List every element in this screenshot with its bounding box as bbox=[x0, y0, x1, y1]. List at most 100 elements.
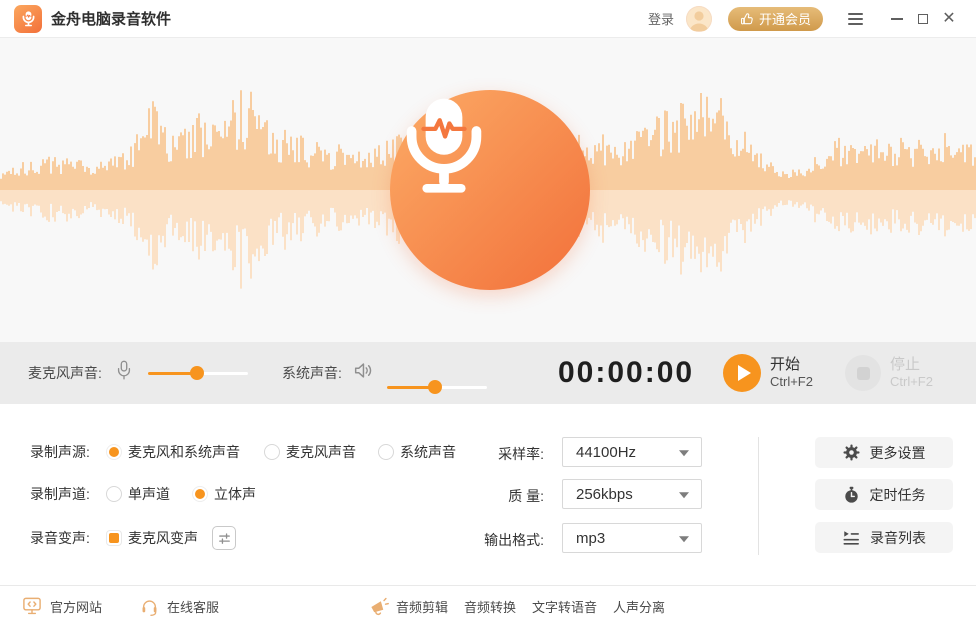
source-option-system[interactable]: 系统声音 bbox=[378, 442, 456, 462]
menu-button[interactable] bbox=[845, 10, 866, 28]
more-settings-button[interactable]: 更多设置 bbox=[815, 437, 953, 468]
support-headset-icon bbox=[140, 597, 159, 616]
sample-rate-label: 采样率: bbox=[456, 444, 544, 464]
vocal-separation-label: 人声分离 bbox=[613, 597, 665, 616]
channel-option-stereo[interactable]: 立体声 bbox=[192, 484, 256, 504]
recording-timer: 00:00:00 bbox=[558, 356, 694, 390]
channel-option-mono[interactable]: 单声道 bbox=[106, 484, 170, 504]
website-icon bbox=[22, 596, 42, 616]
stop-button[interactable] bbox=[845, 355, 881, 391]
radio-icon[interactable] bbox=[106, 444, 122, 460]
recording-list-button[interactable]: 录音列表 bbox=[815, 522, 953, 553]
vip-button-label: 开通会员 bbox=[759, 9, 811, 28]
sample-rate-value: 44100Hz bbox=[576, 444, 636, 461]
text-to-speech-link[interactable]: 文字转语音 bbox=[532, 597, 597, 616]
mic-volume-label: 麦克风声音: bbox=[28, 363, 102, 383]
recording-list-label: 录音列表 bbox=[870, 528, 926, 548]
source-row: 录制声源: 麦克风和系统声音 麦克风声音 系统声音 bbox=[30, 438, 456, 466]
radio-icon[interactable] bbox=[378, 444, 394, 460]
minimize-button[interactable] bbox=[884, 6, 910, 32]
close-icon: ✕ bbox=[942, 11, 955, 27]
mic-volume-icon bbox=[114, 359, 134, 388]
chevron-down-icon bbox=[679, 492, 689, 498]
stop-shortcut: Ctrl+F2 bbox=[890, 374, 933, 390]
online-support-link[interactable]: 在线客服 bbox=[140, 597, 219, 616]
source-option-mic[interactable]: 麦克风声音 bbox=[264, 442, 356, 462]
source-option-mic-and-system[interactable]: 麦克风和系统声音 bbox=[106, 442, 240, 462]
voice-change-settings-button[interactable] bbox=[212, 526, 236, 550]
channel-label: 录制声道: bbox=[30, 484, 106, 504]
channel-row: 录制声道: 单声道 立体声 bbox=[30, 480, 256, 508]
microphone-icon bbox=[390, 90, 498, 198]
audio-convert-link[interactable]: 音频转换 bbox=[464, 597, 516, 616]
audio-convert-label: 音频转换 bbox=[464, 597, 516, 616]
start-label: 开始 bbox=[770, 356, 813, 374]
vertical-divider bbox=[758, 437, 759, 555]
chevron-down-icon bbox=[679, 536, 689, 542]
titlebar: 金舟电脑录音软件 登录 开通会员 ✕ bbox=[0, 0, 976, 38]
voice-change-row: 录音变声: 麦克风变声 bbox=[30, 524, 236, 552]
vip-button[interactable]: 开通会员 bbox=[728, 7, 823, 31]
record-button[interactable] bbox=[390, 90, 590, 290]
app-logo-icon bbox=[14, 5, 42, 33]
more-settings-label: 更多设置 bbox=[870, 443, 926, 463]
settings-panel: 录制声源: 麦克风和系统声音 麦克风声音 系统声音 录制声道: 单声道 bbox=[0, 404, 976, 585]
quality-value: 256kbps bbox=[576, 486, 633, 503]
audio-edit-link[interactable]: 音频剪辑 bbox=[368, 596, 448, 616]
sample-rate-select[interactable]: 44100Hz bbox=[562, 437, 702, 467]
login-link[interactable]: 登录 bbox=[648, 9, 674, 28]
scheduled-task-button[interactable]: 定时任务 bbox=[815, 479, 953, 510]
voice-change-label: 录音变声: bbox=[30, 528, 106, 548]
radio-icon[interactable] bbox=[106, 486, 122, 502]
scheduled-task-label: 定时任务 bbox=[870, 485, 926, 505]
start-button[interactable] bbox=[723, 354, 761, 392]
mic-logo-glyph bbox=[20, 10, 37, 27]
maximize-button[interactable] bbox=[910, 6, 936, 32]
timer-icon bbox=[843, 486, 860, 504]
official-website-label: 官方网站 bbox=[50, 597, 102, 616]
checkbox-icon[interactable] bbox=[106, 530, 122, 546]
start-shortcut: Ctrl+F2 bbox=[770, 374, 813, 390]
system-volume-handle[interactable] bbox=[428, 380, 442, 394]
mic-volume-handle[interactable] bbox=[190, 366, 204, 380]
vocal-separation-link[interactable]: 人声分离 bbox=[613, 597, 665, 616]
app-window: 金舟电脑录音软件 登录 开通会员 ✕ bbox=[0, 0, 976, 626]
source-label: 录制声源: bbox=[30, 442, 106, 462]
control-bar: 麦克风声音: 系统声音: 00:00:00 开始 bbox=[0, 342, 976, 404]
maximize-icon bbox=[918, 14, 928, 24]
user-silhouette-icon bbox=[686, 6, 712, 32]
radio-icon[interactable] bbox=[192, 486, 208, 502]
list-icon bbox=[842, 529, 860, 546]
megaphone-icon bbox=[368, 596, 389, 616]
footer-right-links: 音频剪辑 音频转换 文字转语音 人声分离 bbox=[368, 596, 665, 616]
stop-icon bbox=[845, 355, 881, 391]
tune-icon bbox=[217, 531, 232, 546]
stop-button-labels[interactable]: 停止 Ctrl+F2 bbox=[890, 356, 933, 390]
radio-icon[interactable] bbox=[264, 444, 280, 460]
quality-label: 质 量: bbox=[456, 486, 544, 506]
online-support-label: 在线客服 bbox=[167, 597, 219, 616]
system-volume-label: 系统声音: bbox=[282, 363, 342, 383]
system-volume-icon bbox=[352, 360, 374, 387]
app-title: 金舟电脑录音软件 bbox=[51, 8, 171, 29]
text-to-speech-label: 文字转语音 bbox=[532, 597, 597, 616]
play-icon bbox=[723, 354, 761, 392]
start-button-labels[interactable]: 开始 Ctrl+F2 bbox=[770, 356, 813, 390]
avatar[interactable] bbox=[686, 6, 712, 32]
footer-left-links: 官方网站 在线客服 bbox=[0, 596, 219, 616]
minimize-icon bbox=[891, 18, 903, 20]
format-label: 输出格式: bbox=[456, 530, 544, 550]
official-website-link[interactable]: 官方网站 bbox=[22, 596, 102, 616]
quality-select[interactable]: 256kbps bbox=[562, 479, 702, 509]
voice-change-option[interactable]: 麦克风变声 bbox=[106, 528, 198, 548]
close-button[interactable]: ✕ bbox=[936, 6, 962, 32]
waveform-area bbox=[0, 38, 976, 342]
chevron-down-icon bbox=[679, 450, 689, 456]
gear-icon bbox=[843, 444, 860, 461]
audio-edit-label: 音频剪辑 bbox=[396, 597, 448, 616]
thumb-up-icon bbox=[740, 12, 754, 26]
format-select[interactable]: mp3 bbox=[562, 523, 702, 553]
format-value: mp3 bbox=[576, 530, 605, 547]
stop-label: 停止 bbox=[890, 356, 933, 374]
footer-bar: 官方网站 在线客服 音频剪辑 bbox=[0, 585, 976, 626]
